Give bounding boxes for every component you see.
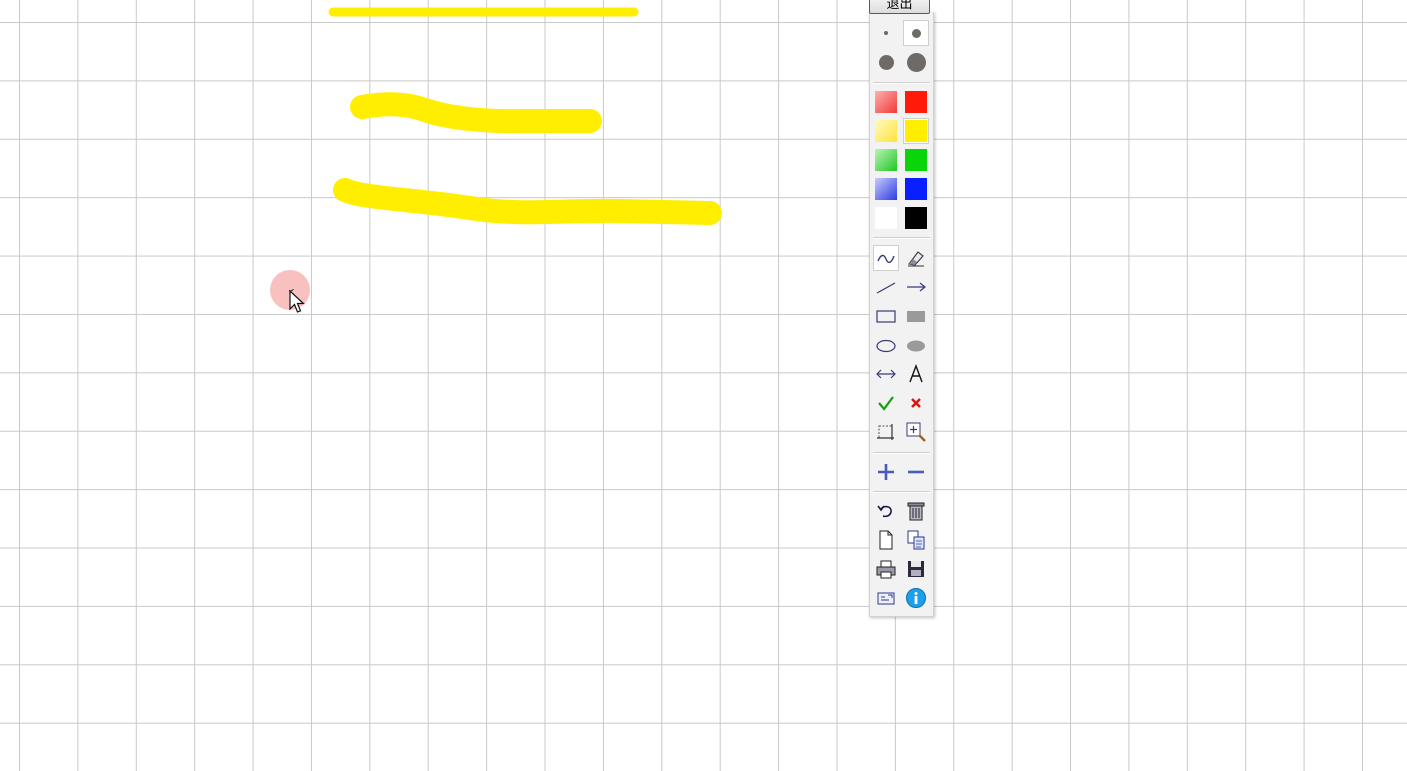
info-icon	[906, 588, 926, 608]
translucent-yellow-swatch	[875, 120, 897, 142]
ellipse-tool-button[interactable]	[873, 332, 899, 358]
drawing-canvas[interactable]	[0, 0, 1407, 771]
color-translucent-yellow-button[interactable]	[873, 118, 899, 144]
yellow-swatch	[905, 120, 927, 142]
drawing-toolbar	[869, 12, 934, 617]
toolbar-separator	[873, 237, 930, 239]
rectangle-tool-button[interactable]	[873, 303, 899, 329]
check-icon	[878, 396, 894, 411]
yellow-stroke-thick	[333, 178, 722, 225]
plus-icon	[878, 464, 894, 480]
line-tool-button[interactable]	[873, 274, 899, 300]
undo-button[interactable]	[873, 498, 899, 524]
increase-button[interactable]	[873, 459, 899, 485]
color-translucent-blue-button[interactable]	[873, 176, 899, 202]
screen-capture-button[interactable]	[873, 585, 899, 611]
text-icon	[909, 364, 923, 383]
info-button[interactable]	[903, 585, 929, 611]
text-tool-button[interactable]	[903, 361, 929, 387]
arrow-icon	[907, 282, 926, 292]
check-mark-button[interactable]	[873, 390, 899, 416]
eraser-button[interactable]	[903, 245, 929, 271]
copy-icon	[907, 530, 925, 550]
pen-size-xs-button[interactable]	[873, 20, 899, 46]
cross-mark-button[interactable]	[903, 390, 929, 416]
freehand-pen-icon	[877, 254, 895, 264]
save-button[interactable]	[903, 556, 929, 582]
color-yellow-button[interactable]	[903, 118, 929, 144]
translucent-blue-swatch	[875, 178, 897, 200]
rectangle-icon	[876, 310, 896, 323]
pen-size-s-icon	[911, 28, 921, 38]
green-swatch	[905, 149, 927, 171]
exit-button[interactable]: 退出	[869, 0, 930, 14]
color-black-button[interactable]	[903, 205, 929, 231]
filled-rectangle-tool-button[interactable]	[903, 303, 929, 329]
filled-rectangle-icon	[907, 311, 925, 322]
color-translucent-red-button[interactable]	[873, 89, 899, 115]
freehand-pen-button[interactable]	[873, 245, 899, 271]
red-swatch	[905, 91, 927, 113]
double-arrow-icon	[876, 369, 896, 379]
white-swatch	[875, 207, 897, 229]
translucent-green-swatch	[875, 149, 897, 171]
pen-size-s-button[interactable]	[903, 20, 929, 46]
decrease-button[interactable]	[903, 459, 929, 485]
blue-swatch	[905, 178, 927, 200]
pen-size-l-button[interactable]	[903, 49, 929, 75]
color-red-button[interactable]	[903, 89, 929, 115]
new-page-icon	[879, 530, 893, 550]
filled-ellipse-icon	[907, 340, 925, 352]
ellipse-icon	[876, 339, 896, 353]
minus-icon	[908, 470, 924, 474]
delete-all-button[interactable]	[903, 498, 929, 524]
copy-page-button[interactable]	[903, 527, 929, 553]
arrow-tool-button[interactable]	[903, 274, 929, 300]
double-arrow-tool-button[interactable]	[873, 361, 899, 387]
print-icon	[876, 560, 896, 579]
toolbar-separator	[873, 452, 930, 454]
toolbar-separator	[873, 82, 930, 84]
crop-select-icon	[877, 424, 894, 440]
eraser-icon	[908, 251, 924, 267]
color-blue-button[interactable]	[903, 176, 929, 202]
print-button[interactable]	[873, 556, 899, 582]
color-translucent-green-button[interactable]	[873, 147, 899, 173]
pen-size-m-icon	[878, 54, 894, 70]
yellow-stroke-medium	[350, 92, 602, 134]
mouse-pointer-icon	[289, 289, 306, 313]
pen-size-xs-icon	[884, 31, 888, 35]
toolbar-separator	[873, 491, 930, 493]
undo-icon	[877, 505, 892, 518]
black-swatch	[905, 207, 927, 229]
translucent-red-swatch	[875, 91, 897, 113]
zoom-icon	[906, 422, 926, 442]
line-icon	[876, 282, 896, 294]
color-green-button[interactable]	[903, 147, 929, 173]
filled-ellipse-tool-button[interactable]	[903, 332, 929, 358]
zoom-button[interactable]	[903, 419, 929, 445]
pen-size-l-icon	[906, 52, 926, 72]
crop-select-button[interactable]	[873, 419, 899, 445]
pen-size-m-button[interactable]	[873, 49, 899, 75]
screen-capture-icon	[877, 592, 895, 605]
trash-icon	[907, 502, 925, 521]
color-white-button[interactable]	[873, 205, 899, 231]
new-page-button[interactable]	[873, 527, 899, 553]
save-icon	[908, 561, 924, 577]
cross-icon	[911, 398, 921, 408]
